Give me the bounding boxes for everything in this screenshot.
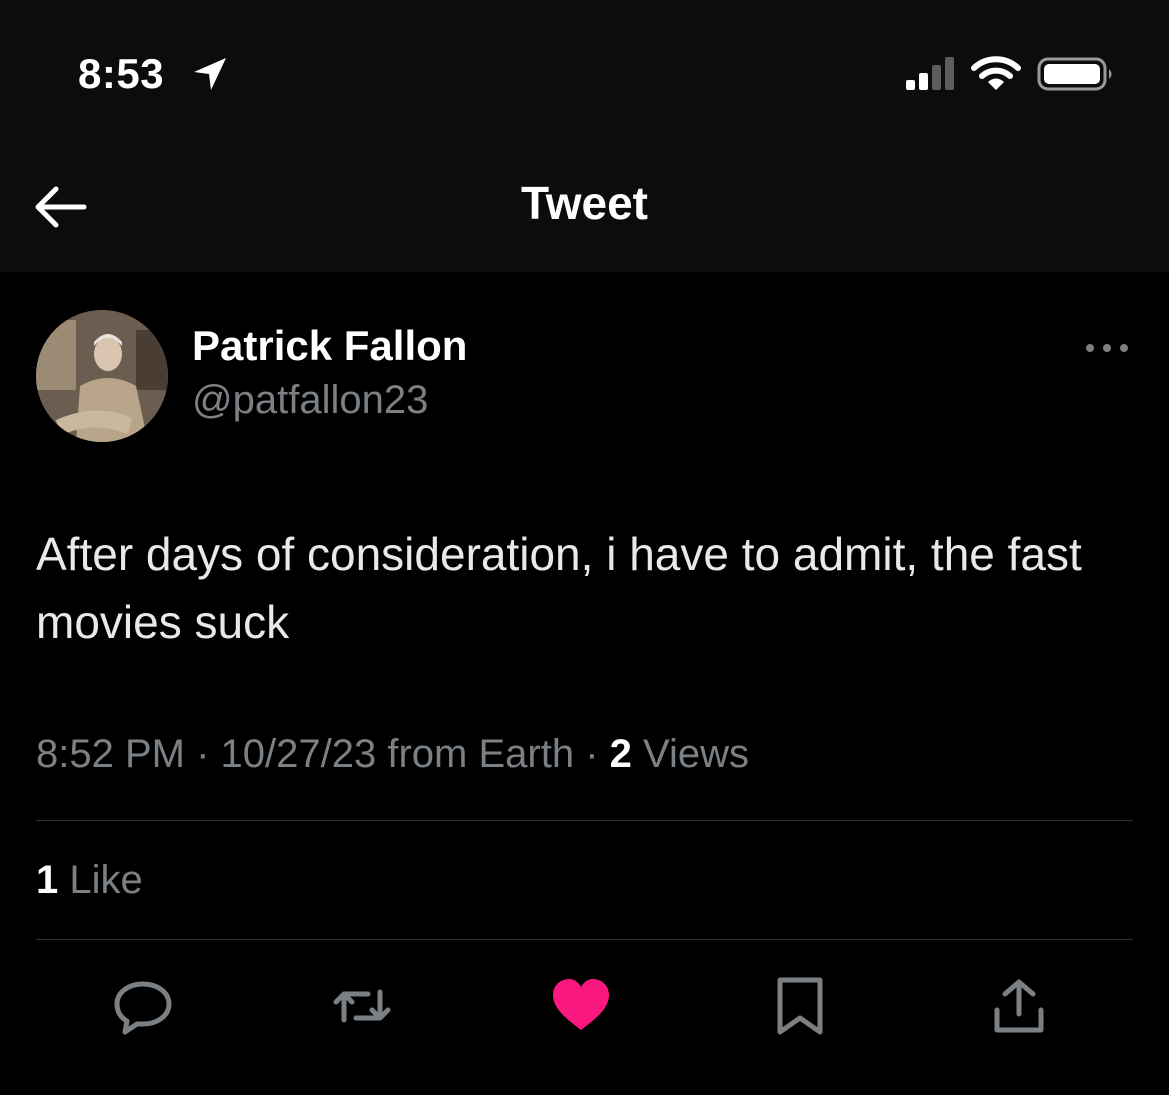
like-button[interactable] <box>551 976 611 1036</box>
author-handle[interactable]: @patfallon23 <box>192 378 428 423</box>
likes-count: 1 <box>36 858 59 902</box>
share-icon <box>994 979 1044 1033</box>
tweet-detail-screen: 8:53 Tweet Patrick Fallon @patfallon23 A… <box>0 0 1169 1095</box>
more-options-icon[interactable] <box>1082 336 1132 360</box>
divider <box>36 820 1133 821</box>
status-time: 8:53 <box>78 50 165 97</box>
cellular-signal-icon <box>906 57 954 90</box>
retweet-icon <box>333 989 391 1023</box>
tweet-source: from Earth <box>387 732 575 776</box>
avatar-image <box>36 310 168 442</box>
bookmark-button[interactable] <box>770 976 830 1036</box>
meta-separator: · <box>196 732 210 776</box>
tweet-meta: 8:52 PM · 10/27/23 from Earth · 2 Views <box>36 732 749 777</box>
views-count: 2 <box>609 732 632 776</box>
share-button[interactable] <box>989 976 1049 1036</box>
reply-icon <box>114 981 172 1035</box>
top-bar: 8:53 Tweet <box>0 0 1169 272</box>
meta-separator-2: · <box>585 732 599 776</box>
wifi-icon <box>971 56 1021 90</box>
likes-label: Like <box>69 858 143 902</box>
reply-button[interactable] <box>113 976 173 1036</box>
like-icon <box>553 979 609 1030</box>
tweet-date[interactable]: 10/27/23 <box>221 732 377 776</box>
location-arrow-icon <box>194 58 226 90</box>
tweet-time: 8:52 PM <box>36 732 185 776</box>
author-name[interactable]: Patrick Fallon <box>192 322 467 370</box>
views-label: Views <box>643 732 750 776</box>
tweet-text: After days of consideration, i have to a… <box>36 528 1082 648</box>
retweet-button[interactable] <box>332 976 392 1036</box>
page-title: Tweet <box>521 177 648 229</box>
avatar[interactable] <box>36 310 168 442</box>
divider <box>36 939 1133 940</box>
bookmark-icon <box>777 977 823 1035</box>
likes-summary[interactable]: 1 Like <box>36 858 143 903</box>
battery-icon <box>1037 57 1112 91</box>
